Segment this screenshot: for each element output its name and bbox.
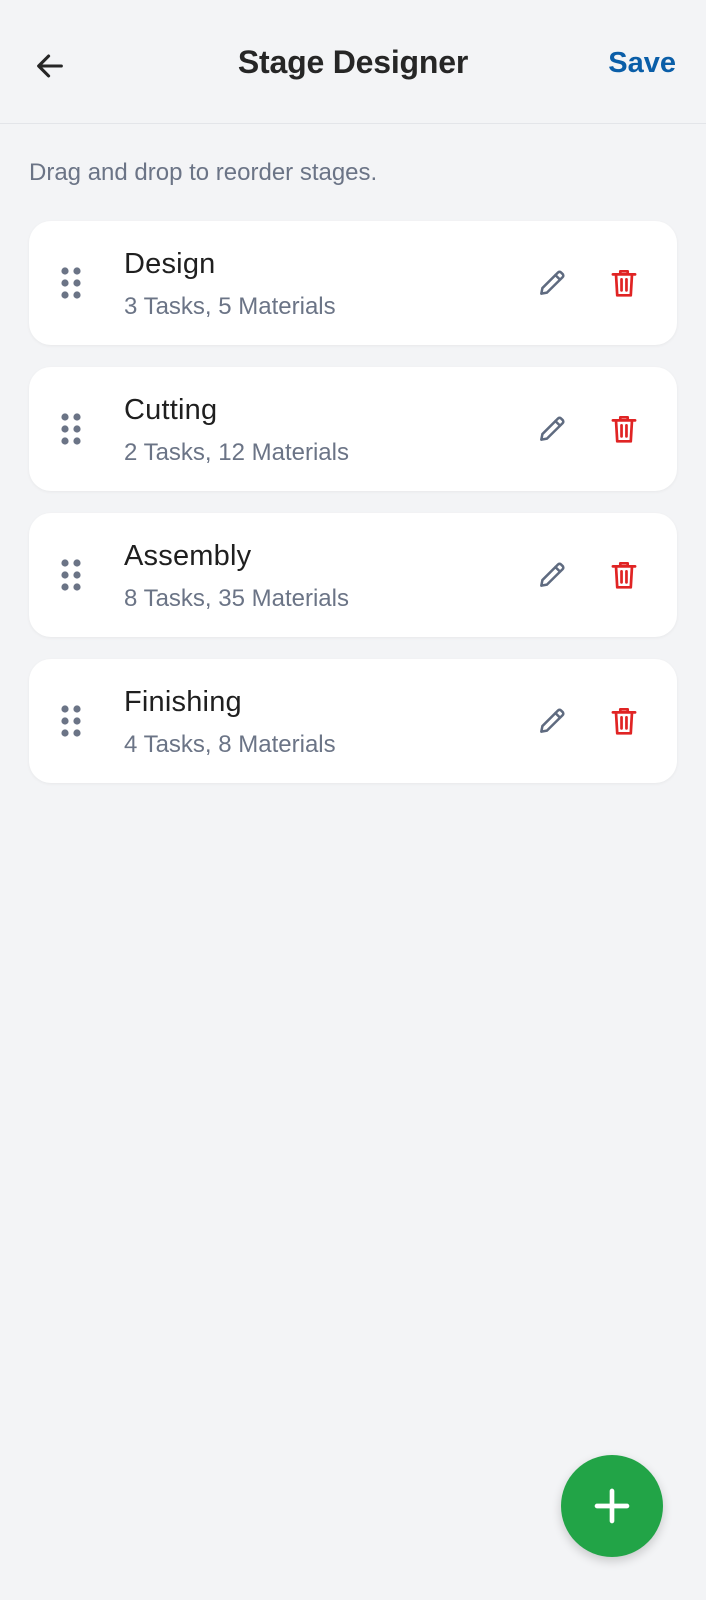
pencil-icon [540, 562, 565, 587]
top-app-bar: Stage Designer Save [0, 0, 706, 124]
delete-stage-button[interactable] [602, 553, 646, 597]
trash-icon [611, 269, 637, 297]
trash-icon [611, 561, 637, 589]
drag-handle-icon[interactable] [53, 701, 89, 741]
stage-card-finishing[interactable]: Finishing 4 Tasks, 8 Materials [29, 659, 677, 783]
stage-meta: 8 Tasks, 35 Materials [124, 585, 349, 612]
delete-stage-button[interactable] [602, 407, 646, 451]
stage-card-assembly[interactable]: Assembly 8 Tasks, 35 Materials [29, 513, 677, 637]
edit-stage-button[interactable] [530, 553, 574, 597]
plus-icon [594, 1488, 630, 1524]
drag-handle-icon[interactable] [53, 263, 89, 303]
stage-list: Design 3 Tasks, 5 Materials Cutting 2 Ta… [29, 221, 677, 783]
stage-meta: 3 Tasks, 5 Materials [124, 293, 336, 320]
edit-stage-button[interactable] [530, 699, 574, 743]
delete-stage-button[interactable] [602, 261, 646, 305]
reorder-hint: Drag and drop to reorder stages. [29, 159, 378, 186]
stage-name: Finishing [124, 686, 242, 718]
stage-name: Assembly [124, 540, 252, 572]
stage-meta: 2 Tasks, 12 Materials [124, 439, 349, 466]
pencil-icon [540, 270, 565, 295]
delete-stage-button[interactable] [602, 699, 646, 743]
drag-handle-icon[interactable] [53, 409, 89, 449]
drag-handle-icon[interactable] [53, 555, 89, 595]
stage-name: Design [124, 248, 216, 280]
trash-icon [611, 707, 637, 735]
edit-stage-button[interactable] [530, 407, 574, 451]
stage-designer-screen: Stage Designer Save Drag and drop to reo… [0, 0, 706, 1600]
trash-icon [611, 415, 637, 443]
pencil-icon [540, 708, 565, 733]
stage-meta: 4 Tasks, 8 Materials [124, 731, 336, 758]
edit-stage-button[interactable] [530, 261, 574, 305]
pencil-icon [540, 416, 565, 441]
save-button[interactable]: Save [608, 47, 676, 80]
stage-card-design[interactable]: Design 3 Tasks, 5 Materials [29, 221, 677, 345]
add-stage-button[interactable] [561, 1455, 663, 1557]
stage-name: Cutting [124, 394, 218, 426]
stage-card-cutting[interactable]: Cutting 2 Tasks, 12 Materials [29, 367, 677, 491]
page-title: Stage Designer [237, 44, 469, 80]
